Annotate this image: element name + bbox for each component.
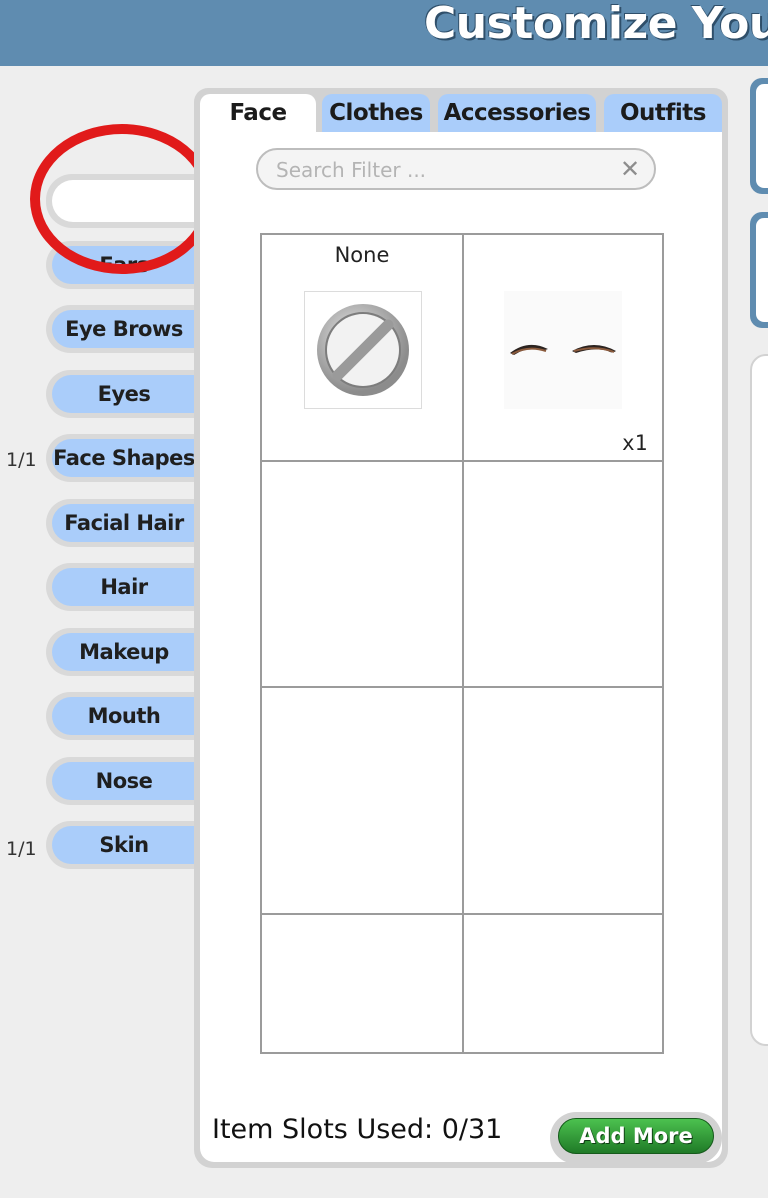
item-slots-used: Item Slots Used: 0/31 bbox=[212, 1114, 503, 1145]
highlight-circle bbox=[30, 124, 214, 274]
category-count: 1/1 bbox=[6, 449, 37, 471]
category-hair[interactable]: Hair bbox=[46, 563, 196, 611]
category-label: Face Shapes bbox=[52, 439, 196, 477]
eyebrows-icon bbox=[504, 291, 622, 409]
avatar-preview-panel bbox=[750, 354, 768, 1046]
avatar-preview-thumbnail-2[interactable] bbox=[750, 212, 768, 328]
tab-clothes[interactable]: Clothes bbox=[316, 88, 436, 132]
add-more-button[interactable]: Add More bbox=[558, 1118, 714, 1154]
item-quantity: x1 bbox=[622, 431, 648, 455]
category-eye-brows[interactable]: Eye Brows bbox=[46, 305, 196, 353]
category-count: 1/1 bbox=[6, 838, 37, 860]
grid-divider bbox=[262, 913, 662, 915]
category-mouth[interactable]: Mouth bbox=[46, 692, 196, 740]
close-icon[interactable]: ✕ bbox=[618, 156, 642, 182]
page-title: Customize Your bbox=[424, 0, 768, 49]
category-label: Eye Brows bbox=[52, 310, 196, 348]
tab-label: Accessories bbox=[438, 94, 596, 132]
grid-divider bbox=[262, 460, 662, 462]
avatar-preview-thumbnail[interactable] bbox=[750, 78, 768, 194]
grid-divider bbox=[262, 686, 662, 688]
category-label: Skin bbox=[52, 826, 196, 864]
category-makeup[interactable]: Makeup bbox=[46, 628, 196, 676]
tab-accessories[interactable]: Accessories bbox=[432, 88, 602, 132]
category-label: Eyes bbox=[52, 375, 196, 413]
category-eyes[interactable]: Eyes bbox=[46, 370, 196, 418]
category-label: Facial Hair bbox=[52, 504, 196, 542]
avatar-thumbnail-inner bbox=[756, 84, 768, 188]
search-filter: ✕ bbox=[256, 148, 656, 190]
header-bar: Customize Your bbox=[0, 0, 768, 66]
category-skin[interactable]: Skin bbox=[46, 821, 196, 869]
category-nose[interactable]: Nose bbox=[46, 757, 196, 805]
category-label: Makeup bbox=[52, 633, 196, 671]
category-label: Nose bbox=[52, 762, 196, 800]
category-face-shapes[interactable]: Face Shapes bbox=[46, 434, 196, 482]
avatar-thumbnail-inner bbox=[756, 218, 768, 322]
tab-outfits[interactable]: Outfits bbox=[598, 88, 728, 132]
item-label: None bbox=[334, 243, 390, 267]
category-label: Hair bbox=[52, 568, 196, 606]
category-label: Mouth bbox=[52, 697, 196, 735]
tab-face[interactable]: Face bbox=[194, 88, 322, 132]
item-grid: None x1 bbox=[260, 233, 664, 1054]
tab-label: Outfits bbox=[604, 94, 722, 132]
tab-label: Face bbox=[200, 94, 316, 132]
add-more-button-frame: Add More bbox=[550, 1112, 722, 1164]
tab-label: Clothes bbox=[322, 94, 430, 132]
none-icon bbox=[304, 291, 422, 409]
search-input[interactable] bbox=[274, 156, 608, 184]
category-facial-hair[interactable]: Facial Hair bbox=[46, 499, 196, 547]
